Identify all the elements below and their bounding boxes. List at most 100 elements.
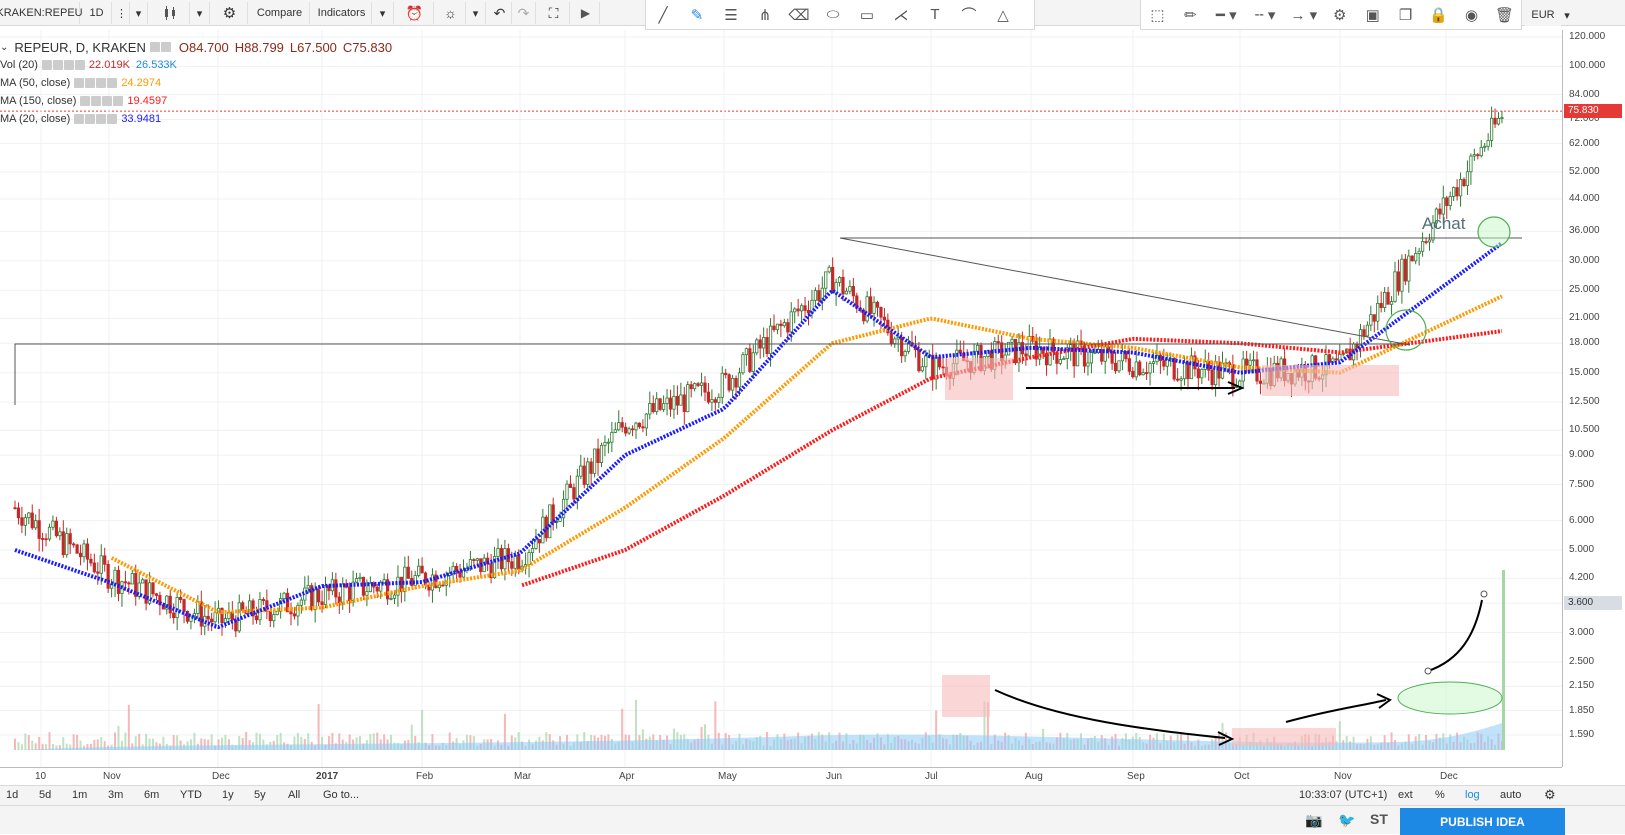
range-button[interactable]: 1m	[72, 789, 87, 801]
candle-body	[1469, 155, 1473, 173]
candle-body	[1338, 353, 1342, 361]
range-button[interactable]: All	[288, 789, 300, 801]
candle-body	[1245, 358, 1249, 366]
publish-idea-button[interactable]: PUBLISH IDEA	[1400, 808, 1565, 835]
camera-icon[interactable]: 📷	[1305, 812, 1322, 829]
range-button[interactable]: YTD	[180, 789, 202, 801]
auto-toggle[interactable]: auto	[1500, 789, 1521, 801]
highlight-ellipse	[1397, 681, 1503, 715]
candles-icon[interactable]	[150, 2, 190, 24]
percent-toggle[interactable]: %	[1435, 789, 1445, 801]
candle-body	[879, 306, 883, 318]
channel-icon[interactable]: ☰	[714, 1, 748, 29]
lightbulb-icon[interactable]: ☼	[436, 2, 466, 24]
candle-body	[558, 517, 562, 522]
gear-icon[interactable]: ⚙	[1323, 1, 1356, 29]
price-chart[interactable]: Achat	[0, 30, 1562, 767]
candle-body	[689, 384, 693, 390]
range-button[interactable]: 5d	[39, 789, 51, 801]
user-drawings: Achat	[14, 214, 1522, 746]
candle-body	[1455, 187, 1459, 197]
candle-body	[572, 487, 576, 500]
log-toggle[interactable]: log	[1465, 789, 1480, 801]
chevron-down-icon[interactable]: ▾	[1560, 4, 1574, 26]
candle-body	[1062, 358, 1066, 361]
line-width-icon[interactable]: ━ ▾	[1207, 1, 1246, 29]
candle-body	[724, 372, 728, 376]
eye-icon[interactable]: ◉	[1455, 1, 1488, 29]
play-icon[interactable]: ▶	[572, 2, 600, 24]
stocktwits-icon[interactable]: ST	[1370, 811, 1388, 827]
pencil-color-icon[interactable]: ✏	[1174, 1, 1207, 29]
candle-body	[658, 398, 662, 410]
candle-body	[1403, 258, 1407, 282]
interval-menu-icon[interactable]: ⋮	[114, 2, 130, 24]
gear-icon[interactable]: ⚙	[1544, 787, 1556, 803]
eraser-icon[interactable]: ⌫	[782, 1, 816, 29]
candle-body	[775, 323, 780, 331]
legend-controls[interactable]	[80, 96, 124, 106]
candle-body	[1393, 271, 1397, 302]
candle-body	[1414, 253, 1418, 262]
lock-icon[interactable]: 🔒	[1422, 1, 1455, 29]
candle-body	[565, 483, 569, 500]
chevron-down-icon[interactable]: ▾	[372, 2, 394, 24]
text-tool-icon[interactable]: T	[918, 1, 952, 29]
ext-toggle[interactable]: ext	[1398, 789, 1413, 801]
range-button[interactable]: 5y	[254, 789, 266, 801]
path-icon[interactable]: ⌒	[952, 1, 986, 29]
candle-body	[575, 475, 579, 500]
time-axis[interactable]: 10 Nov Dec 2017 Feb Mar Apr May Jun Jul Aug Sep Oct N…	[0, 767, 1562, 785]
pitchfork-icon[interactable]: ⋔	[748, 1, 782, 29]
symbol-search[interactable]: KRAKEN:REPEU	[0, 2, 83, 24]
chevron-down-icon[interactable]: ▾	[130, 2, 148, 24]
current-price-label: 75.830	[1564, 104, 1622, 119]
candle-body	[365, 591, 369, 596]
clone-icon[interactable]: ❐	[1389, 1, 1422, 29]
fullscreen-icon[interactable]: ⛶	[538, 2, 570, 24]
chevron-down-icon[interactable]: ▾	[190, 2, 210, 24]
gear-icon[interactable]: ⚙	[212, 2, 248, 24]
gann-fan-icon[interactable]: ⋌	[884, 1, 918, 29]
candle-body	[334, 579, 338, 598]
undo-icon[interactable]: ↶	[488, 2, 512, 24]
candle-body	[634, 422, 638, 431]
line-style-icon[interactable]: ╌ ▾	[1246, 1, 1285, 29]
layers-icon[interactable]: ▣	[1356, 1, 1389, 29]
arrow-style-icon[interactable]: → ▾	[1284, 1, 1323, 29]
interval-button[interactable]: 1D	[82, 2, 112, 24]
redo-icon[interactable]: ↷	[512, 2, 536, 24]
trash-icon[interactable]: 🗑	[1488, 1, 1521, 29]
chevron-down-icon[interactable]: ▾	[466, 2, 486, 24]
rectangle-icon[interactable]: ▭	[850, 1, 884, 29]
twitter-icon[interactable]: 🐦	[1338, 812, 1355, 829]
price-tick: 84.000	[1569, 88, 1600, 100]
price-axis[interactable]: 120.000 100.000 84.000 72.000 62.000 52.000 44…	[1562, 30, 1625, 767]
legend-vol-row: Vol (20) 22.019K 26.533K	[0, 56, 392, 74]
legend-controls[interactable]	[74, 114, 118, 124]
candle-body	[1383, 292, 1387, 308]
legend-ma50-row: MA (50, close) 24.2974	[0, 74, 392, 92]
candle-body	[1396, 271, 1401, 292]
ellipse-icon[interactable]: ⬭	[816, 1, 850, 29]
currency-label[interactable]: EUR	[1525, 4, 1561, 26]
legend-controls[interactable]	[41, 60, 85, 70]
brush-icon[interactable]: ✎	[680, 1, 714, 29]
compare-button[interactable]: Compare	[250, 2, 310, 24]
candle-body	[710, 399, 714, 403]
range-button[interactable]: 1d	[6, 789, 18, 801]
alert-add-icon[interactable]: ⏰	[396, 2, 434, 24]
trend-line-icon[interactable]: ╱	[646, 1, 680, 29]
legend-controls[interactable]	[74, 78, 118, 88]
goto-button[interactable]: Go to...	[323, 789, 359, 801]
triangle-icon[interactable]: △	[986, 1, 1020, 29]
legend-controls[interactable]	[149, 42, 171, 52]
range-button[interactable]: 6m	[144, 789, 159, 801]
chevron-down-icon[interactable]: ⌄	[0, 42, 8, 53]
range-button[interactable]: 1y	[222, 789, 234, 801]
indicators-button[interactable]: Indicators	[312, 2, 372, 24]
range-button[interactable]: 3m	[108, 789, 123, 801]
candle-body	[92, 562, 96, 573]
select-area-icon[interactable]: ⬚	[1141, 1, 1174, 29]
candle-body	[1117, 360, 1121, 372]
